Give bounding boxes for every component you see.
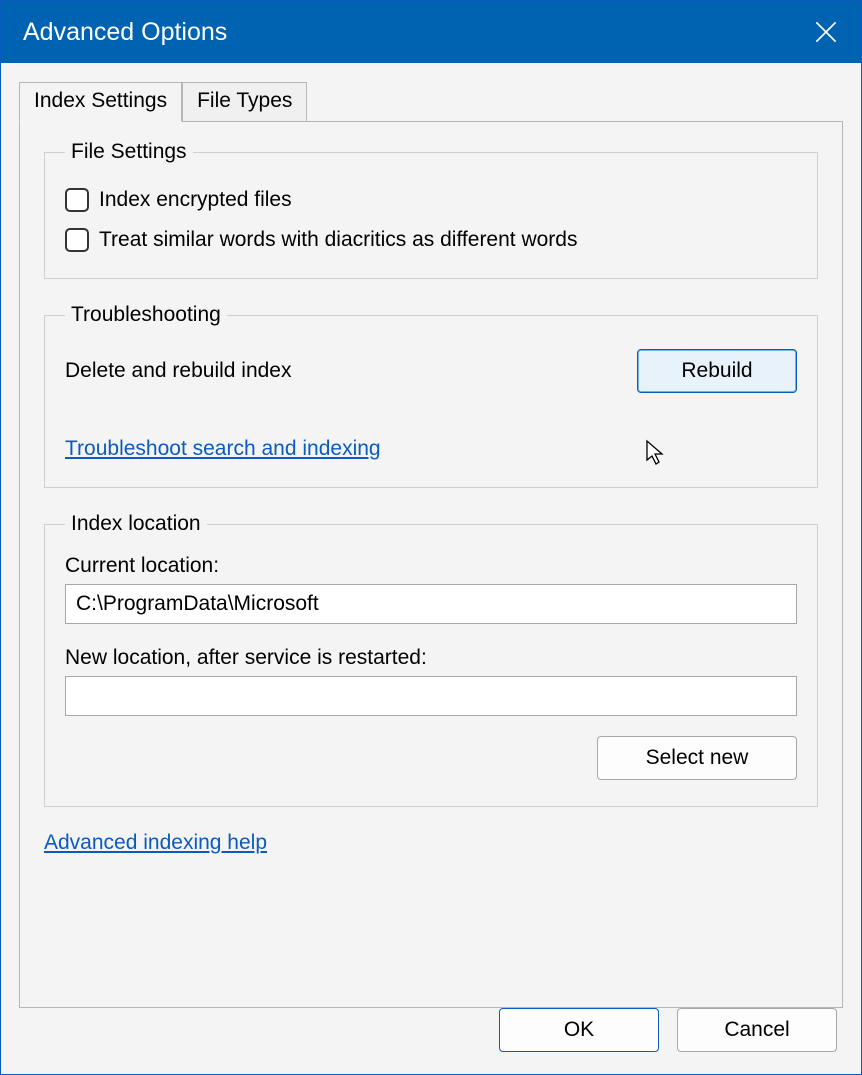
dialog-button-row: OK Cancel — [1, 1008, 861, 1074]
close-button[interactable] — [791, 1, 861, 63]
checkbox-diacritics[interactable] — [65, 228, 89, 252]
troubleshoot-link[interactable]: Troubleshoot search and indexing — [65, 437, 381, 461]
new-location-label: New location, after service is restarted… — [65, 646, 797, 670]
checkbox-label: Index encrypted files — [99, 188, 292, 212]
cancel-button[interactable]: Cancel — [677, 1008, 837, 1052]
group-legend: File Settings — [65, 140, 193, 164]
current-location-value: C:\ProgramData\Microsoft — [76, 592, 319, 616]
current-location-field: C:\ProgramData\Microsoft — [65, 584, 797, 624]
button-label: OK — [564, 1018, 594, 1042]
group-file-settings: File Settings Index encrypted files Trea… — [44, 140, 818, 279]
titlebar: Advanced Options — [1, 1, 861, 63]
tab-panel-index-settings: File Settings Index encrypted files Trea… — [19, 121, 843, 1008]
checkbox-index-encrypted[interactable] — [65, 188, 89, 212]
button-label: Rebuild — [681, 359, 752, 383]
rebuild-row: Delete and rebuild index Rebuild — [65, 349, 797, 393]
tab-index-settings[interactable]: Index Settings — [19, 82, 182, 122]
button-label: Select new — [646, 746, 749, 770]
button-label: Cancel — [724, 1018, 789, 1042]
group-index-location: Index location Current location: C:\Prog… — [44, 512, 818, 807]
tabstrip: Index Settings File Types — [1, 63, 861, 121]
ok-button[interactable]: OK — [499, 1008, 659, 1052]
tab-label: Index Settings — [34, 89, 167, 112]
window-title: Advanced Options — [23, 18, 791, 47]
select-new-row: Select new — [65, 736, 797, 780]
dialog-window: Advanced Options Index Settings File Typ… — [0, 0, 862, 1075]
checkbox-label: Treat similar words with diacritics as d… — [99, 228, 577, 252]
group-legend: Index location — [65, 512, 207, 536]
rebuild-label: Delete and rebuild index — [65, 359, 292, 383]
help-link-row: Advanced indexing help — [44, 831, 818, 855]
select-new-button[interactable]: Select new — [597, 736, 797, 780]
current-location-label: Current location: — [65, 554, 797, 578]
advanced-help-link[interactable]: Advanced indexing help — [44, 831, 267, 855]
group-legend: Troubleshooting — [65, 303, 227, 327]
tab-file-types[interactable]: File Types — [182, 82, 307, 122]
tab-label: File Types — [197, 89, 292, 112]
close-icon — [815, 21, 837, 43]
new-location-field — [65, 676, 797, 716]
checkbox-row-diacritics: Treat similar words with diacritics as d… — [65, 228, 797, 252]
rebuild-button[interactable]: Rebuild — [637, 349, 797, 393]
group-troubleshooting: Troubleshooting Delete and rebuild index… — [44, 303, 818, 488]
checkbox-row-encrypted: Index encrypted files — [65, 188, 797, 212]
